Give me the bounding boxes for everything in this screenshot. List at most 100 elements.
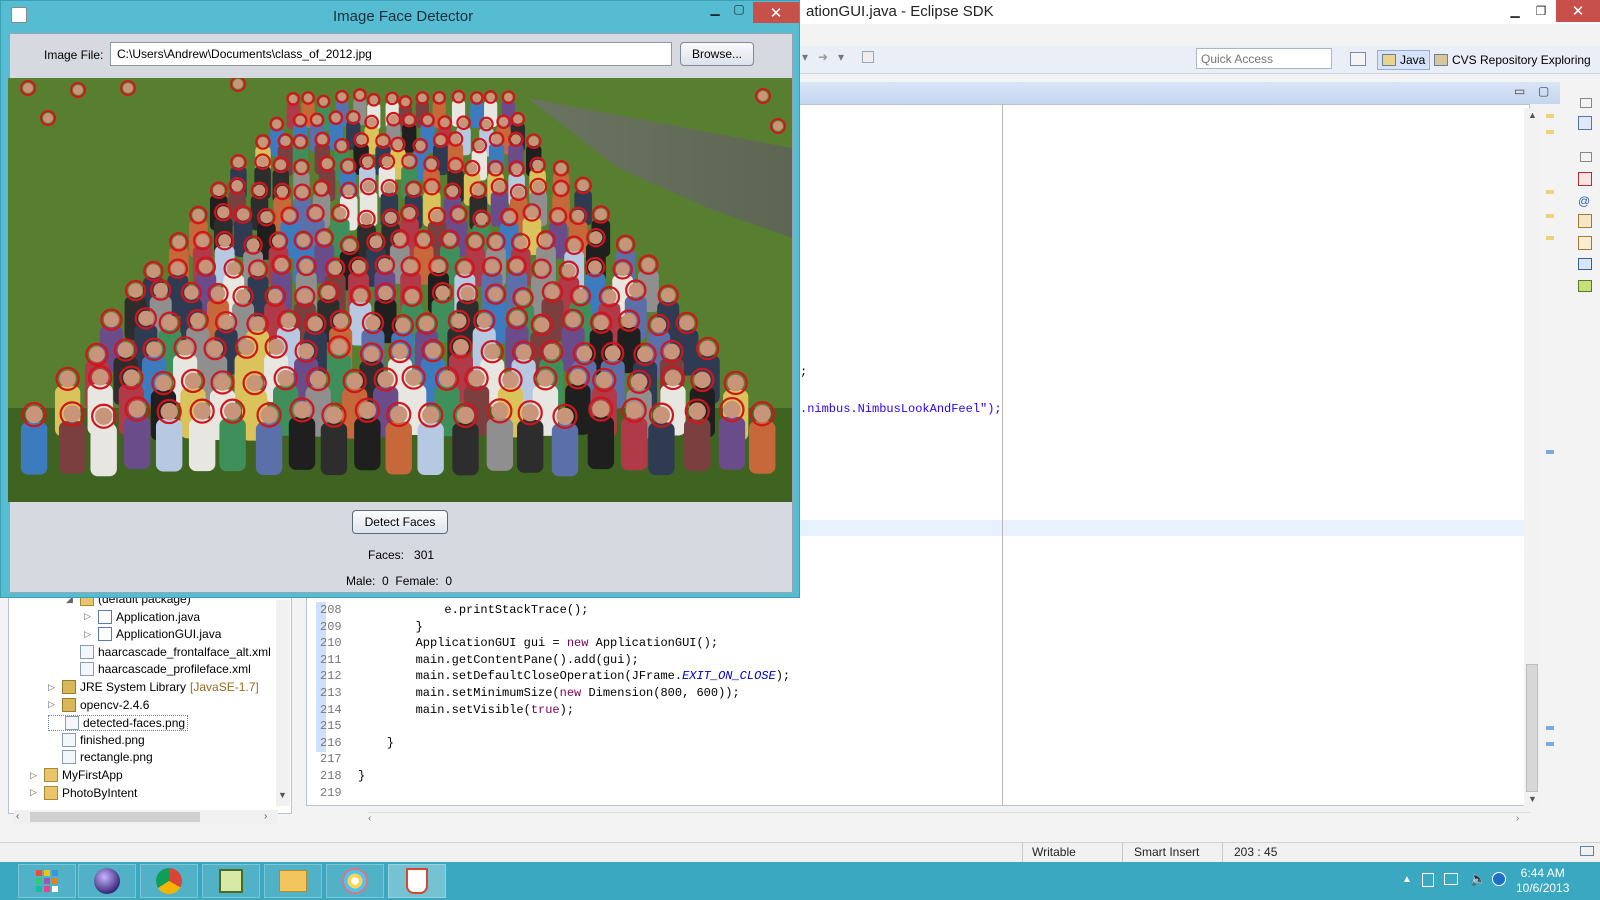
overview-marker[interactable] — [1546, 214, 1554, 218]
editor-horizontal-scrollbar[interactable]: ‹ › — [368, 812, 1530, 826]
tree-item-label: ApplicationGUI.java — [116, 627, 222, 642]
person-head — [484, 343, 501, 360]
taskbar-eclipse[interactable] — [78, 864, 136, 898]
package-explorer-vertical-scrollbar[interactable]: ▼ — [276, 600, 290, 806]
scroll-up-icon[interactable]: ▲ — [1528, 110, 1537, 120]
restore-view-icon[interactable] — [1580, 152, 1592, 162]
person-body — [20, 421, 48, 475]
tree-item[interactable]: ▷ MyFirstApp — [30, 768, 123, 782]
dropdown-arrow-icon[interactable]: ▾ — [838, 50, 844, 64]
file-icon — [65, 716, 79, 731]
overview-marker[interactable] — [1546, 114, 1554, 118]
forward-icon[interactable]: ➜ — [818, 50, 828, 64]
person-body — [648, 422, 675, 476]
person-head — [481, 119, 492, 129]
person-head — [272, 234, 285, 248]
bystander-head — [773, 121, 783, 131]
overview-marker[interactable] — [1546, 742, 1554, 746]
restore-button[interactable]: ❐ — [1526, 0, 1556, 22]
tree-item[interactable]: ▷ Application.java — [84, 609, 200, 624]
taskbar-java[interactable] — [388, 864, 446, 898]
network-icon[interactable] — [1444, 873, 1458, 885]
problems-icon[interactable] — [1578, 172, 1592, 186]
person-head — [438, 370, 456, 388]
dropbox-icon[interactable] — [1492, 872, 1506, 886]
person-head — [207, 340, 224, 357]
perspective-java[interactable]: Java — [1377, 50, 1431, 70]
taskbar-file-explorer[interactable] — [264, 864, 322, 898]
show-hidden-icons[interactable]: ▲ — [1402, 874, 1412, 885]
scroll-right-icon[interactable]: › — [264, 811, 267, 822]
person-head — [160, 402, 178, 421]
scroll-left-icon[interactable]: ‹ — [368, 813, 371, 824]
person-head — [419, 316, 435, 332]
scroll-left-icon[interactable]: ‹ — [16, 811, 19, 822]
tree-item[interactable]: ▷ ApplicationGUI.java — [84, 627, 222, 642]
taskbar-chrome[interactable] — [140, 864, 198, 898]
tree-item[interactable]: finished.png — [48, 732, 145, 747]
javadoc-icon[interactable]: @ — [1578, 194, 1590, 208]
notifications-icon[interactable] — [1580, 846, 1594, 856]
declaration-icon[interactable] — [1578, 214, 1592, 228]
tree-item[interactable]: haarcascade_frontalface_alt.xml — [66, 644, 271, 659]
minimize-view-icon[interactable]: ▭ — [1514, 84, 1525, 98]
close-button[interactable]: ✕ — [1556, 0, 1600, 22]
tree-item[interactable]: haarcascade_profileface.xml — [66, 662, 251, 677]
search-icon[interactable] — [1578, 236, 1592, 250]
tree-item[interactable]: ▷ opencv-2.4.6 — [48, 697, 149, 712]
minimize-button[interactable]: ▁ — [703, 2, 727, 22]
package-explorer-scroll-thumb[interactable] — [30, 812, 200, 822]
dropdown-arrow-icon[interactable]: ▾ — [802, 50, 808, 64]
person-head — [395, 317, 411, 333]
outline-icon[interactable] — [1578, 116, 1592, 130]
image-file-input[interactable] — [110, 42, 672, 66]
tree-item[interactable]: ▷ PhotoByIntent — [30, 785, 137, 800]
person-head — [317, 231, 331, 245]
pin-icon[interactable] — [862, 51, 874, 63]
scroll-right-icon[interactable]: › — [1516, 813, 1519, 824]
detect-faces-button[interactable]: Detect Faces — [352, 510, 448, 534]
chevron-right-icon[interactable]: ▷ — [30, 770, 40, 781]
overview-marker[interactable] — [1546, 450, 1554, 454]
chevron-right-icon[interactable]: ▷ — [84, 629, 94, 640]
person-head — [153, 282, 168, 298]
taskbar-paint[interactable] — [326, 864, 384, 898]
person-body — [470, 101, 484, 128]
tree-item[interactable]: detected-faces.png — [48, 715, 189, 732]
chevron-right-icon[interactable]: ▷ — [48, 699, 58, 710]
maximize-view-icon[interactable]: ▢ — [1538, 84, 1549, 98]
chevron-right-icon[interactable]: ▷ — [30, 787, 40, 798]
taskbar-editor[interactable] — [202, 864, 260, 898]
person-head — [257, 136, 268, 147]
tree-item[interactable]: ▷ JRE System Library [JavaSE-1.7] — [48, 680, 259, 694]
progress-icon[interactable] — [1578, 280, 1592, 292]
code-line: 210 ApplicationGUI gui = new Application… — [320, 635, 718, 652]
person-head — [595, 371, 613, 389]
console-icon[interactable] — [1578, 258, 1592, 270]
tree-item[interactable]: rectangle.png — [48, 750, 153, 765]
overview-marker[interactable] — [1546, 726, 1554, 730]
person-head — [315, 182, 328, 194]
chevron-right-icon[interactable]: ▷ — [84, 611, 94, 622]
editor-scroll-thumb[interactable] — [1526, 664, 1538, 792]
taskbar-start[interactable] — [18, 864, 76, 898]
open-perspective-icon[interactable] — [1350, 52, 1366, 66]
maximize-button[interactable]: ▢ — [727, 2, 751, 22]
close-button[interactable]: ✕ — [753, 2, 799, 23]
system-clock[interactable]: 6:44 AM 10/6/2013 — [1516, 866, 1569, 896]
overview-marker[interactable] — [1546, 190, 1554, 194]
chevron-right-icon[interactable]: ▷ — [48, 682, 58, 693]
overview-marker[interactable] — [1546, 236, 1554, 240]
overview-marker[interactable] — [1546, 130, 1554, 134]
restore-view-icon[interactable] — [1580, 98, 1592, 108]
perspective-cvs[interactable]: CVS Repository Exploring — [1434, 50, 1591, 70]
volume-icon[interactable]: 🔈 — [1470, 871, 1486, 887]
scroll-down-icon[interactable]: ▼ — [1528, 794, 1537, 804]
action-center-icon[interactable] — [1422, 873, 1434, 887]
quick-access-input[interactable] — [1196, 48, 1332, 69]
browse-button[interactable]: Browse... — [680, 42, 754, 66]
person-head — [249, 316, 266, 332]
scroll-down-icon[interactable]: ▼ — [278, 790, 287, 800]
person-head — [561, 263, 576, 278]
person-head — [295, 136, 306, 147]
